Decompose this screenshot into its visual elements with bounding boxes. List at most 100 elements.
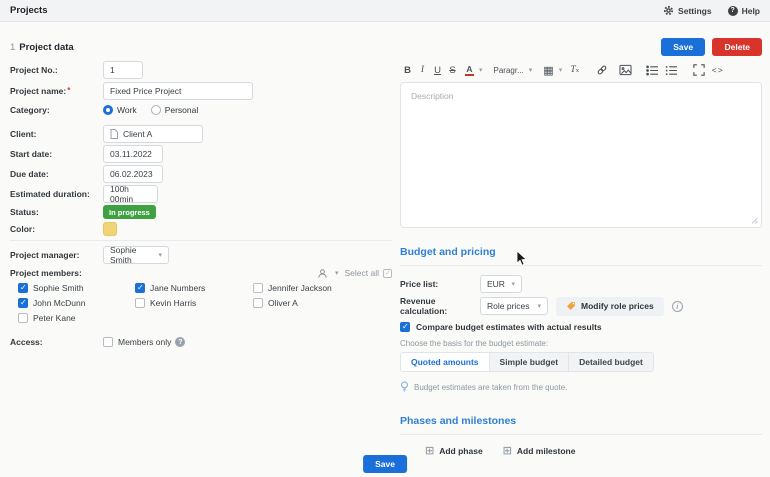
top-bar: Projects Settings ? Help bbox=[0, 0, 770, 22]
status-badge[interactable]: In progress bbox=[103, 205, 156, 219]
project-data-form: Project No.: 1 Project name:* Fixed Pric… bbox=[10, 61, 392, 352]
radio-icon bbox=[150, 105, 161, 115]
budget-hint: Budget estimates are taken from the quot… bbox=[400, 381, 762, 393]
member-checkbox-peter-kane[interactable]: Peter Kane bbox=[18, 312, 85, 324]
settings-button[interactable]: Settings bbox=[663, 5, 712, 16]
fullscreen-icon bbox=[693, 64, 705, 76]
member-checkbox-jennifer-jackson[interactable]: Jennifer Jackson bbox=[253, 282, 332, 294]
help-button[interactable]: ? Help bbox=[727, 5, 760, 16]
checkbox-icon bbox=[103, 337, 113, 347]
save-button[interactable]: Save bbox=[661, 38, 706, 56]
price-list-row: Price list: EUR ▾ bbox=[400, 275, 762, 293]
table-icon: ▦ bbox=[543, 64, 554, 77]
basis-quoted-amounts[interactable]: Quoted amounts bbox=[401, 353, 490, 371]
radio-icon bbox=[103, 105, 113, 115]
price-tag-icon bbox=[566, 301, 576, 311]
chevron-down-icon: ▾ bbox=[528, 67, 533, 74]
question-icon[interactable]: ? bbox=[175, 337, 186, 347]
radio-work[interactable]: Work bbox=[103, 105, 137, 115]
plus-square-icon: ⊞ bbox=[502, 445, 512, 457]
checkbox-icon bbox=[400, 322, 410, 332]
compare-budget-checkbox[interactable]: Compare budget estimates with actual res… bbox=[400, 322, 762, 332]
add-milestone-button[interactable]: ⊞ Add milestone bbox=[502, 445, 576, 457]
estimated-duration-input[interactable]: 100h 00min bbox=[103, 184, 158, 204]
link-button[interactable] bbox=[594, 61, 609, 79]
bottom-save-button[interactable]: Save bbox=[363, 455, 407, 473]
checkbox-icon bbox=[18, 313, 28, 323]
fullscreen-button[interactable] bbox=[691, 61, 706, 79]
project-name-input[interactable]: Fixed Price Project bbox=[103, 82, 253, 100]
image-button[interactable] bbox=[618, 61, 633, 79]
project-manager-select[interactable]: Sophie Smith ▾ bbox=[103, 245, 169, 265]
member-checkbox-oliver-a[interactable]: Oliver A bbox=[253, 297, 332, 309]
numbered-list-icon bbox=[665, 65, 678, 76]
member-checkbox-kevin-harris[interactable]: Kevin Harris bbox=[135, 297, 205, 309]
bold-button[interactable]: B bbox=[400, 61, 415, 79]
modify-role-prices-button[interactable]: Modify role prices bbox=[556, 296, 664, 316]
numbered-list-button[interactable] bbox=[664, 61, 679, 79]
text-color-button[interactable]: A ▾ bbox=[464, 61, 484, 79]
clear-formatting-button[interactable]: Tx bbox=[567, 61, 582, 79]
description-placeholder: Description bbox=[411, 91, 454, 101]
client-input[interactable]: Client A bbox=[103, 125, 203, 143]
underline-button[interactable]: U bbox=[430, 61, 445, 79]
members-only-checkbox[interactable]: Members only bbox=[103, 336, 171, 348]
project-no-row: Project No.: 1 bbox=[10, 61, 392, 79]
image-icon bbox=[619, 64, 632, 76]
text-color-icon: A bbox=[465, 63, 474, 76]
checkbox-icon bbox=[135, 283, 145, 293]
access-row: Access: Members only ? bbox=[10, 335, 392, 349]
price-list-label: Price list: bbox=[400, 279, 439, 289]
revenue-calculation-select[interactable]: Role prices ▾ bbox=[480, 297, 548, 315]
basis-simple-budget[interactable]: Simple budget bbox=[490, 353, 570, 371]
bullet-list-button[interactable] bbox=[645, 61, 660, 79]
resize-handle[interactable] bbox=[751, 217, 758, 224]
start-date-row: Start date: 03.11.2022 bbox=[10, 145, 392, 163]
editor-toolbar: B I U S A ▾ Paragr... ▾ ▦ ▾ Tx <> bbox=[400, 60, 762, 80]
right-panel: B I U S A ▾ Paragr... ▾ ▦ ▾ Tx <> Descri… bbox=[400, 60, 762, 457]
color-label: Color: bbox=[10, 224, 36, 234]
add-phase-button[interactable]: ⊞ Add phase bbox=[425, 446, 483, 457]
project-manager-row: Project manager: Sophie Smith ▾ bbox=[10, 245, 392, 265]
client-row: Client: Client A bbox=[10, 125, 392, 143]
members-column-2: Jane Numbers Kevin Harris bbox=[135, 282, 205, 309]
section-number: 1 bbox=[10, 41, 16, 53]
radio-personal[interactable]: Personal bbox=[150, 105, 198, 115]
budget-basis-group: Quoted amounts Simple budget Detailed bu… bbox=[400, 352, 654, 372]
category-label: Category: bbox=[10, 105, 50, 115]
members-controls: ▾ Select all bbox=[317, 268, 392, 279]
due-date-input[interactable]: 06.02.2023 bbox=[103, 165, 163, 183]
project-name-row: Project name:* Fixed Price Project bbox=[10, 82, 392, 100]
chevron-down-icon: ▾ bbox=[511, 281, 515, 288]
lightbulb-icon bbox=[400, 381, 409, 393]
table-button[interactable]: ▦ ▾ bbox=[542, 61, 563, 79]
project-manager-label: Project manager: bbox=[10, 250, 80, 260]
italic-button[interactable]: I bbox=[415, 61, 430, 79]
member-checkbox-sophie-smith[interactable]: Sophie Smith bbox=[18, 282, 85, 294]
basis-detailed-budget[interactable]: Detailed budget bbox=[569, 353, 653, 371]
start-date-input[interactable]: 03.11.2022 bbox=[103, 145, 163, 163]
price-list-select[interactable]: EUR ▾ bbox=[480, 275, 522, 293]
info-icon[interactable]: i bbox=[671, 300, 683, 312]
project-name-label: Project name:* bbox=[10, 86, 71, 96]
revenue-calculation-label: Revenue calculation: bbox=[400, 296, 448, 316]
description-editor[interactable]: Description bbox=[400, 82, 762, 228]
member-checkbox-john-mcdunn[interactable]: John McDunn bbox=[18, 297, 85, 309]
source-code-button[interactable]: <> bbox=[710, 61, 725, 79]
paragraph-format-dropdown[interactable]: Paragr... ▾ bbox=[493, 61, 534, 79]
delete-button[interactable]: Delete bbox=[712, 38, 762, 56]
project-no-input[interactable]: 1 bbox=[103, 61, 143, 79]
strikethrough-button[interactable]: S bbox=[445, 61, 460, 79]
page-title: 1 Project data bbox=[10, 41, 74, 53]
member-checkbox-jane-numbers[interactable]: Jane Numbers bbox=[135, 282, 205, 294]
select-all-label: Select all bbox=[344, 268, 380, 278]
select-all-toggle[interactable]: Select all bbox=[344, 268, 392, 278]
chevron-down-icon: ▾ bbox=[479, 67, 483, 74]
section-header: 1 Project data Save Delete bbox=[10, 38, 762, 56]
member-options-button[interactable]: ▾ bbox=[317, 268, 339, 279]
project-members-label: Project members: bbox=[10, 268, 82, 278]
color-swatch[interactable] bbox=[103, 222, 117, 236]
chevron-down-icon: ▾ bbox=[334, 270, 339, 277]
select-all-checkbox bbox=[383, 268, 392, 278]
members-grid: Sophie Smith John McDunn Peter Kane Jane… bbox=[10, 282, 392, 329]
